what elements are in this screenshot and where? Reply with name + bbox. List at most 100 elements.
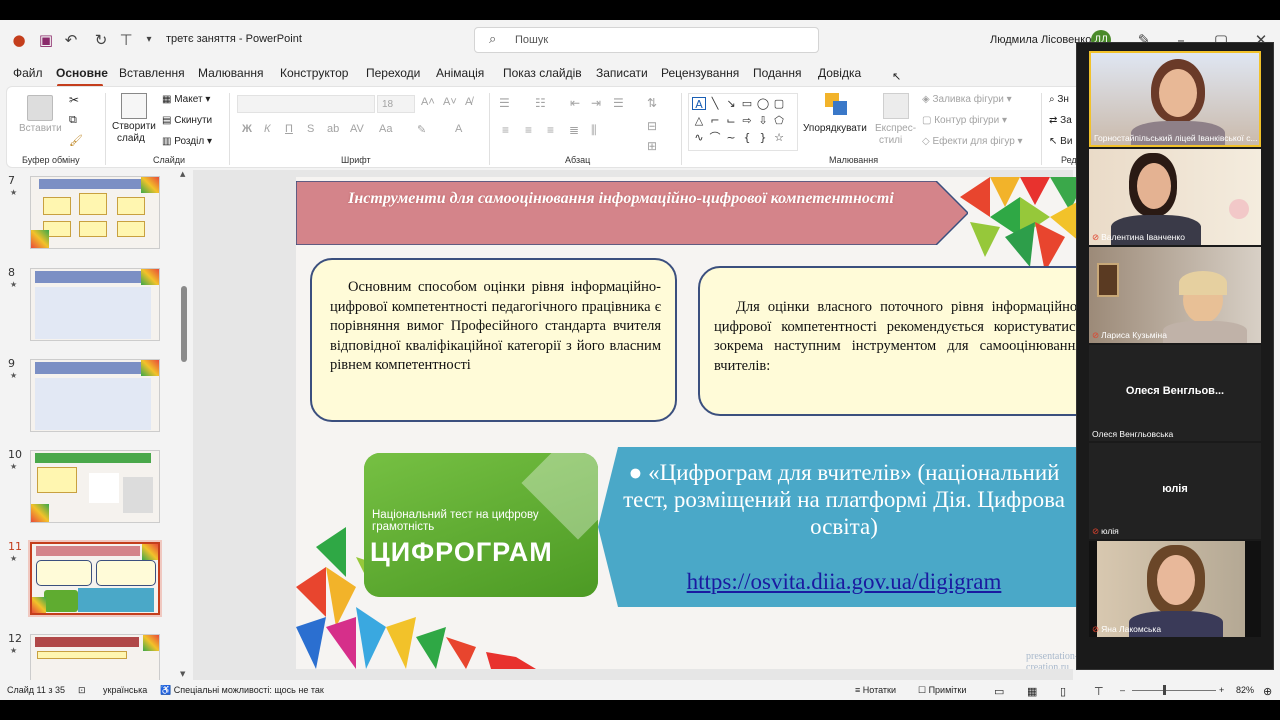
participant-tile[interactable]: ⊘ Лариса Кузьміна [1089,247,1261,343]
select-button[interactable]: ↖ Ви [1049,136,1072,147]
find-button[interactable]: ⌕ Зн [1049,94,1069,105]
cyfrogram-description[interactable]: ● «Цифрограм для вчителів» (національний… [610,459,1078,540]
zoom-slider-thumb[interactable] [1163,685,1166,695]
slide-thumbnail-12[interactable] [30,634,160,682]
bold-button[interactable]: Ж [242,123,252,135]
new-slide-label-2[interactable]: слайд [117,133,145,144]
spellcheck-icon[interactable]: ⊡ [78,685,86,696]
shrink-font-icon[interactable]: A˅ [443,96,457,108]
align-left-icon[interactable]: ≡ [502,123,509,137]
font-name-combobox[interactable] [237,95,375,113]
italic-button[interactable]: К [264,123,270,135]
participant-tile[interactable]: Олеся Венгльов... Олеся Венгльовська [1089,345,1261,441]
brace-left-shape-icon[interactable]: { [740,131,754,144]
new-slide-icon[interactable] [121,93,147,119]
line-shape-icon[interactable]: ╲ [708,97,722,110]
shapes-gallery[interactable]: A ╲ ↘ ▭ ◯ ▢ △ ⌐ ⌙ ⇨ ⇩ ⬠ ∿ ⌒ ~ { } ☆ [688,93,798,151]
arrange-button[interactable]: Упорядкувати [803,123,867,134]
connector-shape-icon[interactable]: ⌐ [708,114,722,127]
shape-outline-button[interactable]: ▢ Контур фігури ▾ [922,115,1007,126]
tab-animations[interactable]: Анімація [436,66,484,80]
smartart-icon[interactable]: ⊞ [647,139,657,153]
line-spacing-icon[interactable]: ☰ [613,96,624,110]
scroll-up-icon[interactable]: ▲ [180,170,185,178]
current-slide[interactable]: Інструменти для самооцінювання інформаці… [296,177,1086,669]
participant-tile[interactable]: ⊘ Валентина Іванченко [1089,149,1261,245]
participant-tile[interactable]: юлія ⊘ юлія [1089,443,1261,539]
rectangle-shape-icon[interactable]: ▭ [740,97,754,110]
cyfrogram-link[interactable]: https://osvita.diia.gov.ua/digigram [610,569,1078,595]
notes-button[interactable]: ≡ Нотатки [855,685,896,695]
tab-draw[interactable]: Малювання [198,66,263,80]
increase-indent-icon[interactable]: ⇥ [591,96,601,110]
highlight-icon[interactable]: ✎ [417,123,426,136]
scrollbar-thumb[interactable] [181,286,187,362]
char-spacing-icon[interactable]: AV [350,123,364,135]
quick-styles-label-1[interactable]: Експрес- [875,123,916,134]
layout-button[interactable]: ▦ Макет ▾ [162,94,210,105]
textbox-shape-icon[interactable]: A [692,97,706,111]
accessibility-status[interactable]: ♿ Спеціальні можливості: щось не так [160,685,324,696]
grow-font-icon[interactable]: A˄ [421,96,435,108]
comments-button[interactable]: ☐ Примітки [918,685,966,696]
thumbnails-scrollbar[interactable]: ▲ ▼ [180,170,188,682]
zoom-out-icon[interactable]: – [1120,685,1125,695]
slide-thumbnail-9[interactable] [30,359,160,432]
section-button[interactable]: ▥ Розділ ▾ [162,136,212,147]
copy-icon[interactable]: ⧉ [69,114,77,127]
paste-icon[interactable] [27,95,53,121]
shape-effects-button[interactable]: ◇ Ефекти для фігур ▾ [922,136,1023,147]
align-right-icon[interactable]: ≡ [547,123,554,137]
participant-tile[interactable]: Горностайпільський ліцей Іванківської с.… [1089,51,1261,147]
present-icon[interactable]: ⊤ [117,31,135,49]
triangle-shape-icon[interactable]: △ [692,114,706,127]
freeform-shape-icon[interactable]: ~ [724,131,738,144]
cut-icon[interactable]: ✂ [69,93,79,107]
quick-styles-label-2[interactable]: стилі [879,135,902,146]
search-box[interactable]: ⌕ Пошук [474,27,819,53]
underline-button[interactable]: П [285,123,293,135]
reading-view-icon[interactable]: ▯ [1060,685,1066,698]
participant-tile[interactable]: ⊘ Яна Лакомська [1089,541,1261,637]
arc-shape-icon[interactable]: ⌒ [708,131,722,144]
slide-sorter-icon[interactable]: ▦ [1027,685,1037,698]
tab-slideshow[interactable]: Показ слайдів [503,66,582,80]
down-arrow-shape-icon[interactable]: ⇩ [756,114,770,127]
arrow-shape-icon[interactable]: ↘ [724,97,738,110]
justify-icon[interactable]: ≣ [569,123,579,137]
slideshow-view-icon[interactable]: ⊤ [1094,685,1104,698]
tab-view[interactable]: Подання [753,66,801,80]
numbering-icon[interactable]: ☷ [535,96,546,110]
slide-title[interactable]: Інструменти для самооцінювання інформаці… [316,189,926,208]
tab-file[interactable]: Файл [13,66,43,80]
cyfrogram-tile[interactable]: Національний тест на цифрову грамотність… [364,453,598,597]
tab-design[interactable]: Конструктор [280,66,348,80]
arrange-icon[interactable] [825,93,851,119]
brace-right-shape-icon[interactable]: } [756,131,770,144]
font-size-combobox[interactable]: 18 [377,95,415,113]
decrease-indent-icon[interactable]: ⇤ [570,96,580,110]
quick-styles-icon[interactable] [883,93,909,119]
undo-icon[interactable]: ↶ [62,31,80,49]
align-text-icon[interactable]: ⊟ [647,119,657,133]
language-indicator[interactable]: українська [103,685,147,695]
columns-icon[interactable]: ⫼ [591,123,597,138]
oval-shape-icon[interactable]: ◯ [756,97,770,110]
reset-button[interactable]: ▤ Скинути [162,115,212,126]
zoom-slider[interactable] [1132,690,1216,691]
paste-button[interactable]: Вставити [19,123,62,134]
slide-thumbnail-7[interactable] [30,176,160,249]
strikethrough-button[interactable]: S [307,123,314,135]
save-icon[interactable]: ▣ [37,31,55,49]
normal-view-icon[interactable]: ▭ [994,685,1004,698]
format-painter-icon[interactable]: 🖌 [69,134,83,147]
slide-thumbnail-11[interactable] [28,540,162,617]
star-shape-icon[interactable]: ☆ [772,131,786,144]
elbow-shape-icon[interactable]: ⌙ [724,114,738,127]
tab-insert[interactable]: Вставлення [119,66,185,80]
align-center-icon[interactable]: ≡ [525,123,532,137]
text-shadow-icon[interactable]: ab [327,123,339,135]
tab-home[interactable]: Основне [56,66,108,80]
clear-format-icon[interactable]: A̸ [465,96,472,108]
zoom-in-icon[interactable]: + [1219,685,1224,695]
